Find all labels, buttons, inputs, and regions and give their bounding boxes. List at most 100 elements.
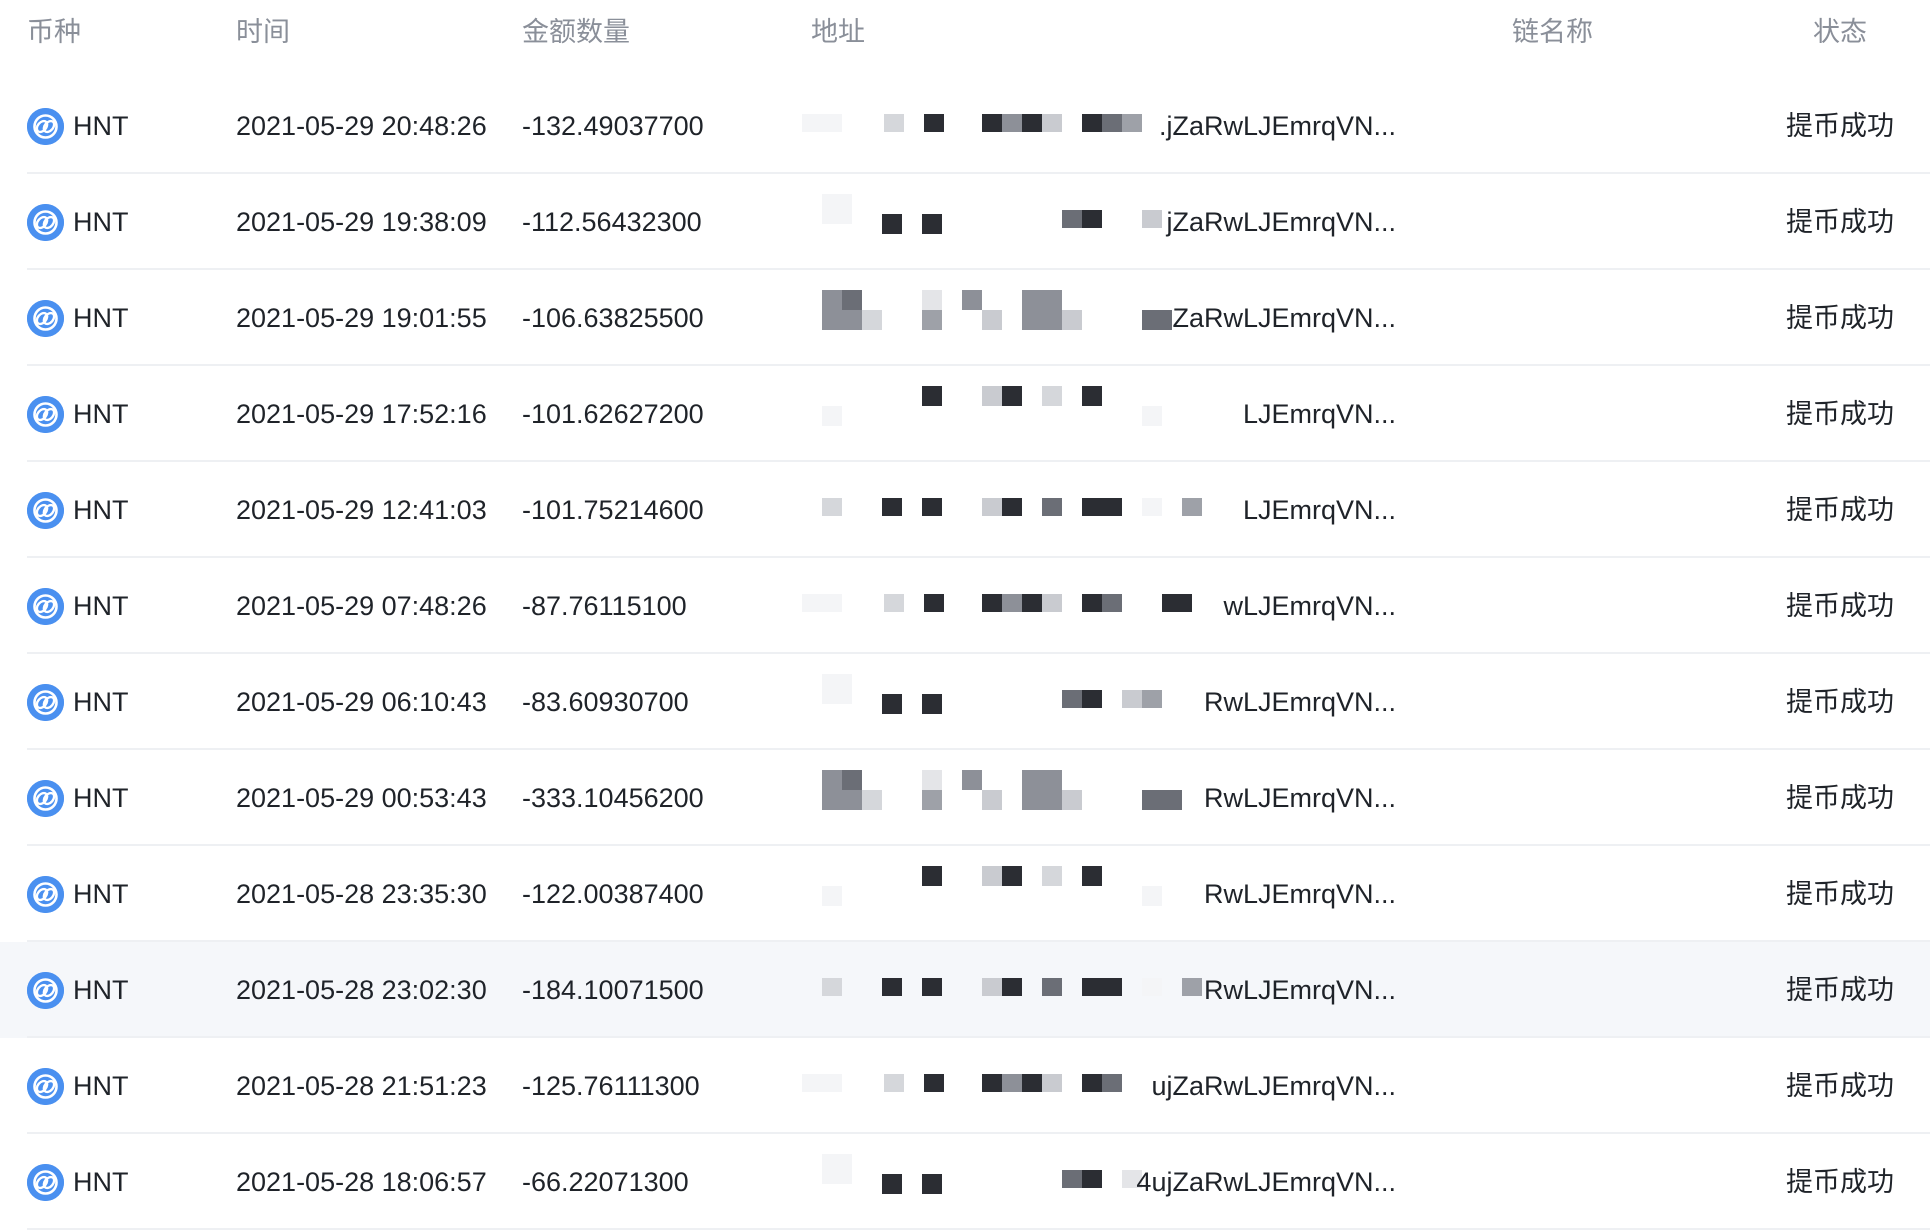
address-text: jZaRwLJEmrqVN... xyxy=(1166,207,1396,237)
coin-name: HNT xyxy=(73,1071,129,1101)
address-cell[interactable]: ZaRwLJEmrqVN... xyxy=(802,270,1402,366)
address-text: wLJEmrqVN... xyxy=(1223,591,1396,621)
time-cell: 2021-05-29 12:41:03 xyxy=(236,495,487,525)
hnt-coin-icon xyxy=(27,780,64,817)
hnt-coin-icon xyxy=(27,204,64,241)
coin-name: HNT xyxy=(73,687,129,717)
column-header-status: 状态 xyxy=(1813,17,1867,47)
hnt-coin-icon xyxy=(27,108,64,145)
hnt-coin-icon xyxy=(27,1068,64,1105)
coin-name: HNT xyxy=(73,591,129,621)
coin-name: HNT xyxy=(73,399,129,429)
table-row[interactable]: HNT 2021-05-29 06:10:43 -83.60930700 RwLJEm… xyxy=(0,654,1930,750)
coin-name: HNT xyxy=(73,783,129,813)
column-header-amount: 金额数量 xyxy=(522,17,630,47)
amount-cell: -132.49037700 xyxy=(522,111,704,141)
table-header: 币种 时间 金额数量 地址 链名称 状态 xyxy=(0,0,1930,64)
amount-cell: -184.10071500 xyxy=(522,975,704,1005)
status-cell: 提币成功 xyxy=(1786,1071,1894,1101)
address-text: RwLJEmrqVN... xyxy=(1203,975,1396,1005)
table-row[interactable]: HNT 2021-05-28 21:51:23 -125.76111300 ujZaR… xyxy=(0,1038,1930,1134)
time-cell: 2021-05-29 20:48:26 xyxy=(236,111,487,141)
address-text: LJEmrqVN... xyxy=(1242,399,1396,429)
table-row[interactable]: HNT 2021-05-29 19:01:55 -106.63825500 ZaRwL… xyxy=(0,270,1930,366)
address-cell[interactable]: RwLJEmrqVN... xyxy=(802,750,1402,846)
address-cell[interactable]: RwLJEmrqVN... xyxy=(802,942,1402,1038)
column-header-time: 时间 xyxy=(236,17,290,47)
coin-name: HNT xyxy=(73,207,129,237)
time-cell: 2021-05-28 23:02:30 xyxy=(236,975,487,1005)
address-text: RwLJEmrqVN... xyxy=(1203,783,1396,813)
amount-cell: -122.00387400 xyxy=(522,879,704,909)
hnt-coin-icon xyxy=(27,1164,64,1201)
status-cell: 提币成功 xyxy=(1786,879,1894,909)
coin-name: HNT xyxy=(73,1167,129,1197)
status-cell: 提币成功 xyxy=(1786,495,1894,525)
amount-cell: -66.22071300 xyxy=(522,1167,689,1197)
amount-cell: -101.75214600 xyxy=(522,495,704,525)
address-cell[interactable]: RwLJEmrqVN... xyxy=(802,654,1402,750)
address-text: .jZaRwLJEmrqVN... xyxy=(1158,111,1396,141)
hnt-coin-icon xyxy=(27,492,64,529)
table-row[interactable]: HNT 2021-05-28 23:02:30 -184.10071500 RwLJE… xyxy=(0,942,1930,1038)
amount-cell: -125.76111300 xyxy=(522,1071,700,1101)
time-cell: 2021-05-28 18:06:57 xyxy=(236,1167,487,1197)
address-cell[interactable]: ujZaRwLJEmrqVN... xyxy=(802,1038,1402,1134)
coin-name: HNT xyxy=(73,975,129,1005)
address-cell[interactable]: jZaRwLJEmrqVN... xyxy=(802,174,1402,270)
table-row[interactable]: HNT 2021-05-29 20:48:26 -132.49037700 .jZaR… xyxy=(0,78,1930,174)
address-cell[interactable]: wLJEmrqVN... xyxy=(802,558,1402,654)
amount-cell: -87.76115100 xyxy=(522,591,687,621)
coin-name: HNT xyxy=(73,303,129,333)
hnt-coin-icon xyxy=(27,972,64,1009)
table-row[interactable]: HNT 2021-05-28 18:06:57 -66.22071300 4ujZaR… xyxy=(0,1134,1930,1230)
coin-name: HNT xyxy=(73,111,129,141)
status-cell: 提币成功 xyxy=(1786,207,1894,237)
table-row[interactable]: HNT 2021-05-28 23:35:30 -122.00387400 RwLJE… xyxy=(0,846,1930,942)
coin-name: HNT xyxy=(73,495,129,525)
address-text: LJEmrqVN... xyxy=(1242,495,1396,525)
amount-cell: -112.56432300 xyxy=(522,207,702,237)
column-header-coin: 币种 xyxy=(27,17,81,47)
coin-name: HNT xyxy=(73,879,129,909)
hnt-coin-icon xyxy=(27,684,64,721)
time-cell: 2021-05-29 00:53:43 xyxy=(236,783,487,813)
address-text: ujZaRwLJEmrqVN... xyxy=(1151,1071,1396,1101)
address-cell[interactable]: 4ujZaRwLJEmrqVN... xyxy=(802,1134,1402,1230)
status-cell: 提币成功 xyxy=(1786,975,1894,1005)
address-text: 4ujZaRwLJEmrqVN... xyxy=(1136,1167,1396,1197)
address-text: RwLJEmrqVN... xyxy=(1203,687,1396,717)
status-cell: 提币成功 xyxy=(1786,303,1894,333)
column-header-chain: 链名称 xyxy=(1512,17,1593,47)
address-text: ZaRwLJEmrqVN... xyxy=(1172,303,1396,333)
hnt-coin-icon xyxy=(27,396,64,433)
amount-cell: -83.60930700 xyxy=(522,687,689,717)
address-cell[interactable]: LJEmrqVN... xyxy=(802,462,1402,558)
status-cell: 提币成功 xyxy=(1786,399,1894,429)
address-cell[interactable]: .jZaRwLJEmrqVN... xyxy=(802,78,1402,174)
time-cell: 2021-05-29 06:10:43 xyxy=(236,687,487,717)
status-cell: 提币成功 xyxy=(1786,1167,1894,1197)
column-header-address: 地址 xyxy=(811,17,865,47)
table-row[interactable]: HNT 2021-05-29 00:53:43 -333.10456200 RwLJE… xyxy=(0,750,1930,846)
table-row[interactable]: HNT 2021-05-29 12:41:03 -101.75214600 LJEmr… xyxy=(0,462,1930,558)
table-row[interactable]: HNT 2021-05-29 17:52:16 -101.62627200 LJEmr… xyxy=(0,366,1930,462)
status-cell: 提币成功 xyxy=(1786,591,1894,621)
table-row[interactable]: HNT 2021-05-29 19:38:09 -112.56432300 jZaRw… xyxy=(0,174,1930,270)
status-cell: 提币成功 xyxy=(1786,783,1894,813)
time-cell: 2021-05-29 19:38:09 xyxy=(236,207,487,237)
amount-cell: -333.10456200 xyxy=(522,783,704,813)
hnt-coin-icon xyxy=(27,876,64,913)
hnt-coin-icon xyxy=(27,588,64,625)
time-cell: 2021-05-28 23:35:30 xyxy=(236,879,487,909)
status-cell: 提币成功 xyxy=(1786,687,1894,717)
status-cell: 提币成功 xyxy=(1786,111,1894,141)
amount-cell: -101.62627200 xyxy=(522,399,704,429)
address-cell[interactable]: RwLJEmrqVN... xyxy=(802,846,1402,942)
address-cell[interactable]: LJEmrqVN... xyxy=(802,366,1402,462)
table-row[interactable]: HNT 2021-05-29 07:48:26 -87.76115100 wLJEmr… xyxy=(0,558,1930,654)
time-cell: 2021-05-28 21:51:23 xyxy=(236,1071,487,1101)
amount-cell: -106.63825500 xyxy=(522,303,704,333)
hnt-coin-icon xyxy=(27,300,64,337)
time-cell: 2021-05-29 07:48:26 xyxy=(236,591,487,621)
